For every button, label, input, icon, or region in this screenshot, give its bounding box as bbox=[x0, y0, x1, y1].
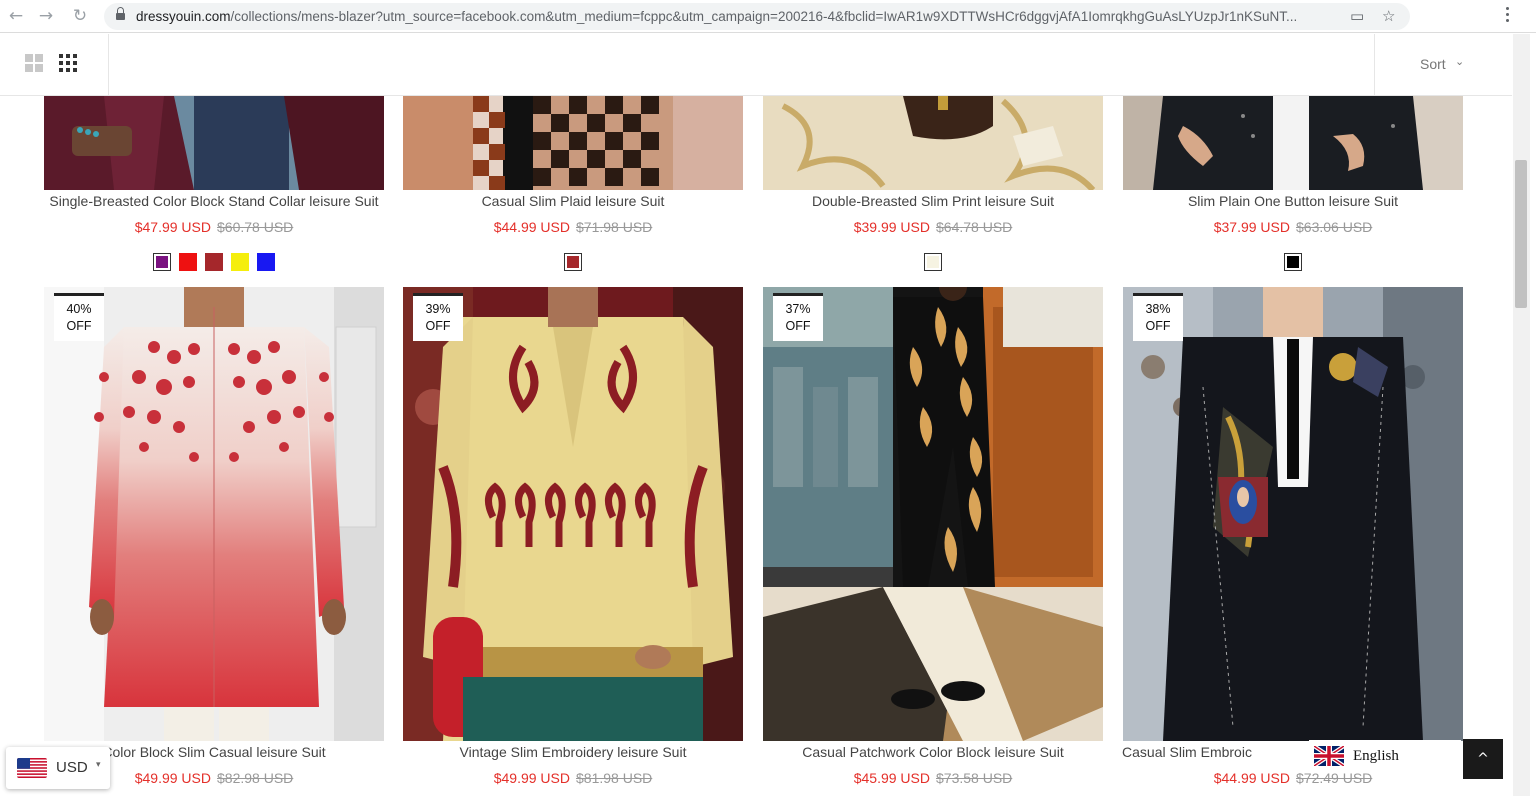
product-image[interactable] bbox=[763, 96, 1103, 190]
discount-badge: 40% OFF bbox=[54, 293, 104, 341]
color-swatches bbox=[1123, 253, 1463, 273]
sale-price: $37.99 USD bbox=[1213, 219, 1290, 235]
arrow-right-icon[interactable]: → bbox=[36, 6, 56, 26]
product-price: $49.99 USD $81.98 USD bbox=[403, 770, 743, 786]
discount-badge: 38% OFF bbox=[1133, 293, 1183, 341]
kebab-menu-icon[interactable] bbox=[1505, 6, 1511, 26]
url-host: dressyouin.com bbox=[136, 9, 231, 24]
product-price: $45.99 USD $73.58 USD bbox=[763, 770, 1103, 786]
product-price: $44.99 USD $71.98 USD bbox=[403, 219, 743, 235]
product-name[interactable]: Double-Breasted Slim Print leisure Suit bbox=[763, 193, 1103, 209]
uk-flag-icon bbox=[1314, 746, 1344, 766]
product-price: $39.99 USD $64.78 USD bbox=[763, 219, 1103, 235]
star-icon[interactable]: ☆ bbox=[1382, 7, 1395, 25]
color-swatch[interactable] bbox=[153, 253, 171, 271]
product-name[interactable]: Casual Slim Plaid leisure Suit bbox=[403, 193, 743, 209]
product-image[interactable] bbox=[44, 96, 384, 190]
scrollbar-track[interactable] bbox=[1513, 34, 1530, 796]
address-bar[interactable]: dressyouin.com/collections/mens-blazer?u… bbox=[104, 3, 1410, 30]
product-card[interactable]: 40% OFF Color Block Slim Casual leisure … bbox=[44, 287, 384, 796]
sale-price: $49.99 USD bbox=[493, 770, 570, 786]
product-name[interactable]: Casual Slim Embroic bbox=[1017, 744, 1357, 760]
sale-price: $44.99 USD bbox=[493, 219, 570, 235]
badge-off: OFF bbox=[785, 319, 811, 333]
arrow-left-icon[interactable]: ← bbox=[6, 6, 26, 26]
divider bbox=[108, 34, 109, 96]
product-name[interactable]: Vintage Slim Embroidery leisure Suit bbox=[403, 744, 743, 760]
color-swatch[interactable] bbox=[924, 253, 942, 271]
reload-icon[interactable]: ↻ bbox=[70, 6, 90, 26]
product-price: $44.99 USD $72.49 USD bbox=[1123, 770, 1463, 786]
url-text[interactable]: dressyouin.com/collections/mens-blazer?u… bbox=[136, 8, 1336, 25]
divider bbox=[1374, 34, 1375, 96]
badge-percent: 39% bbox=[425, 302, 451, 316]
color-swatches bbox=[403, 253, 743, 273]
product-card[interactable]: 37% OFF Casual Patchwork Color Block lei… bbox=[763, 287, 1103, 796]
product-image[interactable]: 39% OFF bbox=[403, 287, 743, 741]
color-swatch[interactable] bbox=[564, 253, 582, 271]
scrollbar-thumb[interactable] bbox=[1515, 160, 1527, 308]
url-path: /collections/mens-blazer?utm_source=face… bbox=[230, 9, 1298, 24]
color-swatch[interactable] bbox=[231, 253, 249, 271]
chevron-down-icon[interactable]: ⌄ bbox=[1455, 55, 1464, 68]
sale-price: $45.99 USD bbox=[853, 770, 930, 786]
color-swatches bbox=[44, 253, 384, 273]
compare-price: $64.78 USD bbox=[936, 219, 1013, 235]
product-image[interactable]: 40% OFF bbox=[44, 287, 384, 741]
discount-badge: 37% OFF bbox=[773, 293, 823, 341]
collection-toolbar: Sort ⌄ bbox=[0, 34, 1512, 96]
badge-percent: 37% bbox=[785, 302, 811, 316]
caret-down-icon: ▾ bbox=[96, 760, 101, 770]
sale-price: $49.99 USD bbox=[134, 770, 211, 786]
compare-price: $71.98 USD bbox=[576, 219, 653, 235]
language-label: English bbox=[1353, 748, 1399, 764]
badge-off: OFF bbox=[66, 319, 92, 333]
product-image[interactable] bbox=[1123, 96, 1463, 190]
sale-price: $47.99 USD bbox=[134, 219, 211, 235]
grid-2-view-icon[interactable] bbox=[25, 54, 43, 72]
compare-price: $63.06 USD bbox=[1296, 219, 1373, 235]
product-price: $47.99 USD $60.78 USD bbox=[44, 219, 384, 235]
badge-off: OFF bbox=[425, 319, 451, 333]
compare-price: $60.78 USD bbox=[217, 219, 294, 235]
sort-dropdown[interactable]: Sort bbox=[1420, 56, 1446, 72]
badge-percent: 38% bbox=[1145, 302, 1171, 316]
sale-price: $39.99 USD bbox=[853, 219, 930, 235]
compare-price: $72.49 USD bbox=[1296, 770, 1373, 786]
compare-price: $82.98 USD bbox=[217, 770, 294, 786]
back-to-top-button[interactable]: ^ bbox=[1463, 739, 1503, 779]
product-image[interactable]: 38% OFF bbox=[1123, 287, 1463, 741]
product-card[interactable]: 39% OFF Vintage Slim Embroidery leisure … bbox=[403, 287, 743, 796]
product-image[interactable] bbox=[403, 96, 743, 190]
us-flag-icon bbox=[17, 758, 47, 778]
product-price: $37.99 USD $63.06 USD bbox=[1123, 219, 1463, 235]
badge-off: OFF bbox=[1145, 319, 1171, 333]
color-swatches bbox=[763, 253, 1103, 273]
compare-price: $73.58 USD bbox=[936, 770, 1013, 786]
product-name[interactable]: Slim Plain One Button leisure Suit bbox=[1123, 193, 1463, 209]
product-grid: Single-Breasted Color Block Stand Collar… bbox=[0, 0, 1512, 796]
grid-3-view-icon[interactable] bbox=[59, 54, 77, 72]
color-swatch[interactable] bbox=[1284, 253, 1302, 271]
discount-badge: 39% OFF bbox=[413, 293, 463, 341]
lock-icon[interactable] bbox=[116, 7, 125, 20]
cast-icon[interactable]: ▭ bbox=[1350, 7, 1364, 25]
badge-percent: 40% bbox=[66, 302, 92, 316]
currency-label: USD bbox=[56, 759, 88, 776]
product-name[interactable]: Single-Breasted Color Block Stand Collar… bbox=[44, 193, 384, 209]
compare-price: $81.98 USD bbox=[576, 770, 653, 786]
product-image[interactable]: 37% OFF bbox=[763, 287, 1103, 741]
color-swatch[interactable] bbox=[179, 253, 197, 271]
product-card[interactable]: 38% OFF Casual Slim Embroic $44.99 USD $7… bbox=[1122, 287, 1463, 796]
language-selector[interactable]: English bbox=[1309, 740, 1461, 772]
color-swatch[interactable] bbox=[257, 253, 275, 271]
browser-toolbar: ← → ↻ dressyouin.com/collections/mens-bl… bbox=[0, 0, 1536, 33]
sale-price: $44.99 USD bbox=[1213, 770, 1290, 786]
currency-selector[interactable]: USD ▾ bbox=[6, 747, 110, 789]
chevron-up-icon: ^ bbox=[1477, 751, 1489, 767]
color-swatch[interactable] bbox=[205, 253, 223, 271]
